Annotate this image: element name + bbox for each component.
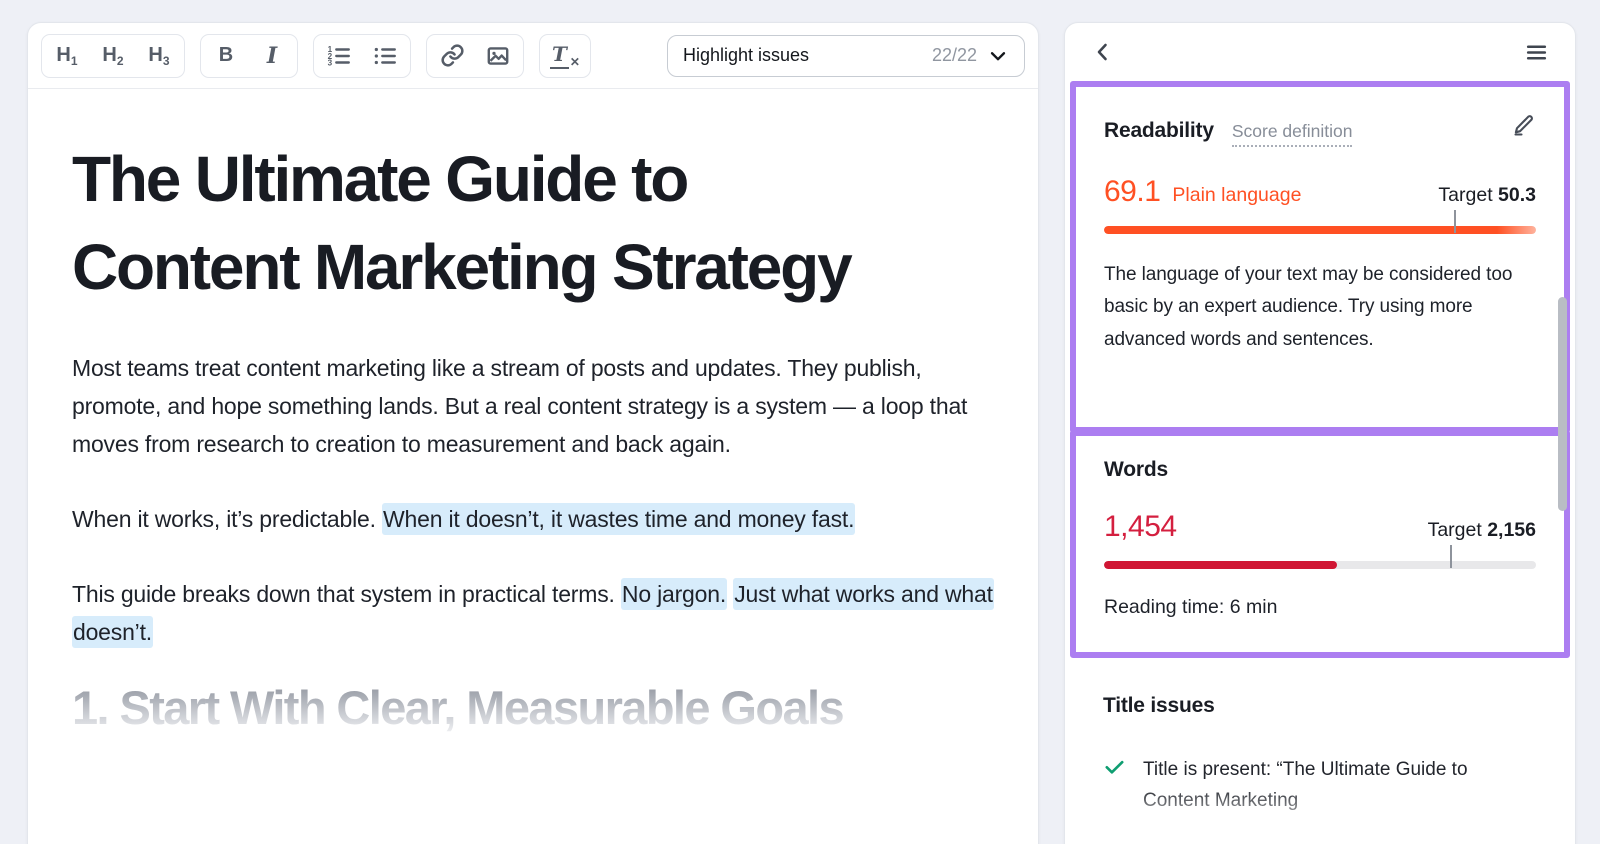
readability-description: The language of your text may be conside… (1104, 264, 1513, 350)
menu-button[interactable] (1524, 40, 1549, 65)
heading2-label: H (102, 44, 117, 66)
heading3-label: H (148, 44, 163, 66)
readability-target-value: 50.3 (1498, 184, 1536, 206)
insert-button-group (426, 33, 524, 78)
words-card: Words 1,454 Target 2,156 Reading time: 6… (1070, 430, 1570, 658)
highlight-issues-count: 22/22 (931, 45, 977, 65)
pencil-icon (1514, 115, 1533, 136)
issue-item: Title is present: “The Ultimate Guide to… (1103, 754, 1537, 817)
readability-bar-track (1104, 226, 1536, 234)
readability-level: Plain language (1172, 184, 1302, 206)
clear-formatting-icon: T (550, 42, 569, 69)
link-button[interactable] (429, 37, 475, 75)
image-icon (485, 43, 511, 69)
ordered-list-icon: 1 2 3 (326, 43, 352, 69)
check-icon (1103, 756, 1126, 817)
word-count: 1,454 (1104, 510, 1177, 543)
score-definition-link[interactable]: Score definition (1231, 121, 1353, 147)
back-button[interactable] (1091, 40, 1115, 64)
doc-paragraph[interactable]: This guide breaks down that system in pr… (72, 575, 994, 651)
title-issues-section: Title issues Title is present: “The Ulti… (1065, 658, 1575, 817)
highlighted-text: When it doesn’t, it wastes time and mone… (382, 503, 856, 536)
highlighted-text: No jargon. (620, 578, 728, 611)
ordered-list-button[interactable]: 1 2 3 (316, 37, 362, 75)
words-title: Words (1104, 458, 1168, 481)
words-bar-track (1104, 561, 1536, 569)
reading-time: Reading time: 6 min (1104, 596, 1278, 618)
heading1-sub: 1 (70, 53, 78, 68)
issue-text: Title is present: “The Ultimate Guide to… (1143, 759, 1468, 812)
bold-icon: B (218, 44, 234, 66)
title-issues-heading: Title issues (1103, 694, 1215, 717)
words-target-tick (1449, 545, 1452, 568)
words-target-label: Target (1427, 519, 1482, 541)
highlighted-cards: Readability Score definition 69.1 Plain … (1070, 81, 1570, 658)
italic-button[interactable]: I (249, 37, 295, 75)
words-progress-bar (1104, 545, 1536, 569)
readability-card: Readability Score definition 69.1 Plain … (1070, 81, 1570, 433)
readability-target-tick (1453, 210, 1456, 233)
svg-text:3: 3 (328, 58, 333, 67)
readability-progress-bar (1104, 210, 1536, 234)
words-bar-fill (1104, 561, 1338, 569)
list-button-group: 1 2 3 (313, 33, 411, 78)
clear-formatting-x: ✕ (569, 54, 580, 69)
editor-toolbar: H1 H2 H3 B I 1 2 3 T ✕ Highlight issues … (28, 23, 1038, 89)
heading3-button[interactable]: H3 (136, 37, 182, 75)
seo-assistant-sidebar: Readability Score definition 69.1 Plain … (1064, 22, 1576, 844)
edit-target-button[interactable] (1512, 113, 1536, 137)
readability-target: Target 50.3 (1438, 184, 1536, 207)
bullet-list-button[interactable] (362, 37, 408, 75)
heading2-button[interactable]: H2 (90, 37, 136, 75)
words-target-value: 2,156 (1487, 519, 1536, 541)
clear-format-button-group: T ✕ (539, 33, 591, 78)
text-segment: Most teams treat content marketing like … (72, 354, 968, 457)
doc-paragraphs: Most teams treat content marketing like … (72, 349, 994, 652)
heading3-sub: 3 (162, 53, 170, 68)
heading1-label: H (56, 44, 71, 66)
readability-title: Readability (1104, 119, 1214, 142)
editor-panel: H1 H2 H3 B I 1 2 3 T ✕ Highlight issues … (27, 22, 1039, 844)
bullet-list-icon (372, 43, 398, 69)
document-next-heading[interactable]: 1. Start With Clear, Measurable Goals (72, 680, 994, 735)
doc-paragraph[interactable]: When it works, it’s predictable. When it… (72, 500, 994, 538)
image-button[interactable] (475, 37, 521, 75)
doc-paragraph[interactable]: Most teams treat content marketing like … (72, 349, 994, 464)
clear-formatting-button[interactable]: T ✕ (542, 37, 588, 75)
words-target: Target 2,156 (1428, 519, 1536, 542)
readability-target-label: Target (1438, 184, 1493, 206)
highlight-issues-label: Highlight issues (683, 45, 810, 65)
format-button-group: B I (200, 33, 298, 78)
sidebar-header (1065, 23, 1575, 81)
heading1-button[interactable]: H1 (44, 37, 90, 75)
readability-bar-fill (1104, 226, 1536, 234)
sidebar-scrollbar-thumb[interactable] (1558, 297, 1567, 511)
italic-icon: I (266, 42, 278, 69)
document-editor[interactable]: The Ultimate Guide to Content Marketing … (28, 89, 1038, 735)
highlight-issues-dropdown[interactable]: Highlight issues 22/22 (667, 34, 1025, 77)
heading2-sub: 2 (116, 53, 124, 68)
text-segment: When it works, it’s predictable. (72, 506, 382, 533)
text-segment: This guide breaks down that system in pr… (72, 581, 621, 608)
document-title[interactable]: The Ultimate Guide to Content Marketing … (72, 135, 882, 312)
readability-score: 69.1 (1104, 175, 1161, 208)
link-icon (440, 43, 465, 68)
chevron-down-icon (987, 45, 1009, 67)
bold-button[interactable]: B (203, 37, 249, 75)
heading-button-group: H1 H2 H3 (41, 33, 185, 78)
